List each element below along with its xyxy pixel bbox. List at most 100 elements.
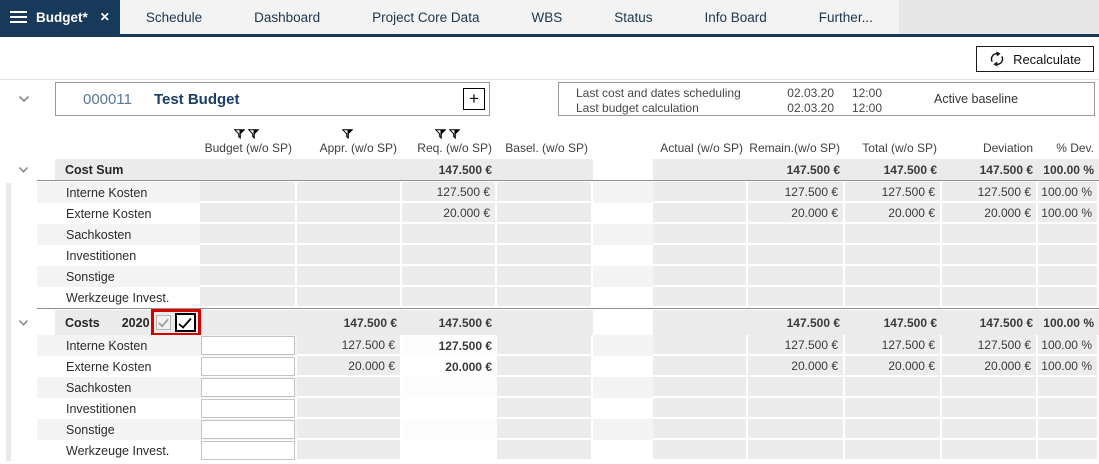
tab-info-board[interactable]: Info Board — [679, 0, 793, 34]
tab-schedule[interactable]: Schedule — [120, 0, 228, 34]
collapse-chevron-icon[interactable] — [18, 166, 29, 173]
row-label: Investitionen — [37, 398, 200, 419]
group-band-left: Cost Sum147.500 € — [55, 159, 593, 180]
budget-cell[interactable] — [201, 399, 295, 418]
tab-project-core-data[interactable]: Project Core Data — [346, 0, 505, 34]
row-cells: Sonstige — [37, 419, 1099, 440]
basel-cell — [497, 419, 593, 440]
budget-cell[interactable] — [201, 420, 295, 439]
filter-icons[interactable] — [342, 128, 353, 138]
basel-cell — [497, 335, 593, 356]
baseline-checkbox-disabled[interactable] — [156, 315, 171, 330]
req-cell[interactable] — [402, 377, 497, 398]
table-row: Sachkosten — [0, 224, 1099, 245]
info-date: 02.03.20 — [776, 86, 834, 100]
pdev-cell: 100.00 % — [1038, 203, 1099, 224]
tab-dashboard[interactable]: Dashboard — [228, 0, 346, 34]
budget-total-cell — [200, 159, 297, 180]
close-tab-icon[interactable]: ✕ — [100, 10, 110, 24]
info-time: 12:00 — [834, 101, 882, 115]
actual-cell — [653, 224, 748, 245]
table-header: Budget (w/o SP) Appr. (w/o SP) Req. (w/o… — [0, 120, 1099, 159]
budget-cell[interactable] — [201, 441, 295, 460]
actual-cell — [653, 203, 748, 224]
budget-cell[interactable] — [201, 336, 295, 355]
tab-wbs[interactable]: WBS — [505, 0, 588, 34]
collapse-chevron-icon[interactable] — [18, 95, 30, 103]
row-label: Interne Kosten — [37, 182, 200, 203]
dev-cell — [942, 287, 1038, 308]
total-cell: 127.500 € — [845, 182, 942, 203]
budget-cell — [200, 203, 297, 224]
total-cell — [845, 245, 942, 266]
filter-funnel-icon[interactable] — [449, 128, 460, 138]
table-row: Sonstige — [0, 419, 1099, 440]
req-cell[interactable]: 20.000 € — [402, 356, 497, 377]
menu-icon[interactable] — [10, 8, 27, 26]
budget-cell[interactable] — [201, 357, 295, 376]
pdev-cell — [1038, 440, 1099, 461]
column-gap — [593, 245, 653, 266]
project-box[interactable]: 000011 Test Budget + — [55, 82, 490, 116]
req-cell — [402, 287, 497, 308]
budget-cell — [200, 287, 297, 308]
active-baseline-label: Active baseline — [934, 92, 1018, 106]
total-cell — [845, 266, 942, 287]
actual-cell — [653, 287, 748, 308]
row-label: Werkzeuge Invest. — [37, 440, 200, 461]
scrollbar[interactable] — [6, 183, 11, 461]
table-row: Werkzeuge Invest. — [0, 287, 1099, 308]
actual-cell — [653, 356, 748, 377]
total-cell: 20.000 € — [845, 356, 942, 377]
row-gutter — [0, 159, 55, 180]
row-label: Externe Kosten — [37, 356, 200, 377]
req-cell[interactable] — [402, 398, 497, 419]
group-band-right: 147.500 €147.500 €147.500 €100.00 % — [653, 310, 1099, 335]
row-label: Sonstige — [37, 266, 200, 287]
group-title: Costs — [65, 316, 100, 330]
req-cell — [402, 266, 497, 287]
tab-status[interactable]: Status — [588, 0, 678, 34]
pdev-cell: 100.00 % — [1038, 356, 1099, 377]
filter-icons[interactable] — [234, 128, 259, 138]
info-date: 02.03.20 — [776, 101, 834, 115]
table-row: Externe Kosten20.000 €20.000 €20.000 €20… — [0, 203, 1099, 224]
approved-checkbox[interactable] — [175, 313, 196, 332]
remain-cell: 127.500 € — [748, 335, 845, 356]
budget-total-cell — [200, 310, 297, 335]
pdev-cell: 100.00 % — [1038, 335, 1099, 356]
budget-table: Budget (w/o SP) Appr. (w/o SP) Req. (w/o… — [0, 120, 1099, 461]
filter-funnel-icon[interactable] — [248, 128, 259, 138]
req-cell[interactable]: 127.500 € — [402, 335, 497, 356]
actual-cell — [653, 419, 748, 440]
filter-funnel-icon[interactable] — [435, 128, 446, 138]
filter-funnel-icon[interactable] — [234, 128, 245, 138]
total-total-cell: 147.500 € — [845, 159, 942, 180]
remain-cell — [748, 287, 845, 308]
tab-further[interactable]: Further... — [793, 0, 899, 34]
remain-cell: 127.500 € — [748, 182, 845, 203]
filter-icons[interactable] — [435, 128, 460, 138]
remain-cell — [748, 245, 845, 266]
column-gap — [593, 182, 653, 203]
row-label: Externe Kosten — [37, 203, 200, 224]
info-time: 12:00 — [834, 86, 882, 100]
column-gap — [593, 377, 653, 398]
collapse-chevron-icon[interactable] — [18, 319, 29, 326]
group-label: Cost Sum — [55, 159, 200, 180]
dev-cell — [942, 419, 1038, 440]
req-cell[interactable] — [402, 419, 497, 440]
row-label: Sonstige — [37, 419, 200, 440]
column-gap — [593, 398, 653, 419]
budget-cell[interactable] — [201, 378, 295, 397]
tab-budget-active[interactable]: Budget* ✕ — [0, 0, 120, 34]
req-cell[interactable] — [402, 440, 497, 461]
recalculate-button[interactable]: Recalculate — [976, 46, 1094, 72]
filter-funnel-icon[interactable] — [342, 128, 353, 138]
remain-cell — [748, 224, 845, 245]
table-row: Werkzeuge Invest. — [0, 440, 1099, 461]
req-cell — [402, 245, 497, 266]
add-button[interactable]: + — [463, 88, 485, 110]
row-cells: Interne Kosten127.500 €127.500 €127.500 … — [37, 182, 1099, 203]
appr-cell — [297, 377, 402, 398]
